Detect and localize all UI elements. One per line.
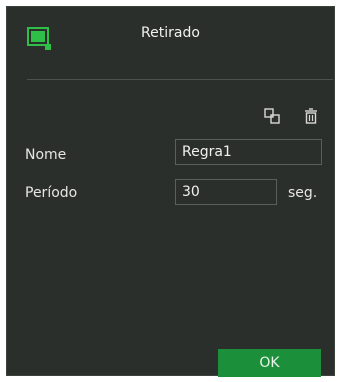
period-unit: seg. bbox=[288, 185, 318, 201]
trash-icon[interactable] bbox=[302, 107, 320, 125]
dialog-title: Retirado bbox=[141, 25, 200, 41]
period-input[interactable] bbox=[175, 179, 277, 205]
copy-icon[interactable] bbox=[263, 107, 281, 125]
dialog-header: Retirado bbox=[7, 7, 334, 63]
header-divider bbox=[27, 79, 333, 80]
name-input[interactable] bbox=[175, 139, 322, 165]
rule-dialog: Retirado Nome Período seg. OK bbox=[6, 6, 335, 377]
period-label: Período bbox=[25, 185, 78, 201]
name-label: Nome bbox=[25, 147, 67, 163]
ok-button[interactable]: OK bbox=[218, 349, 321, 377]
